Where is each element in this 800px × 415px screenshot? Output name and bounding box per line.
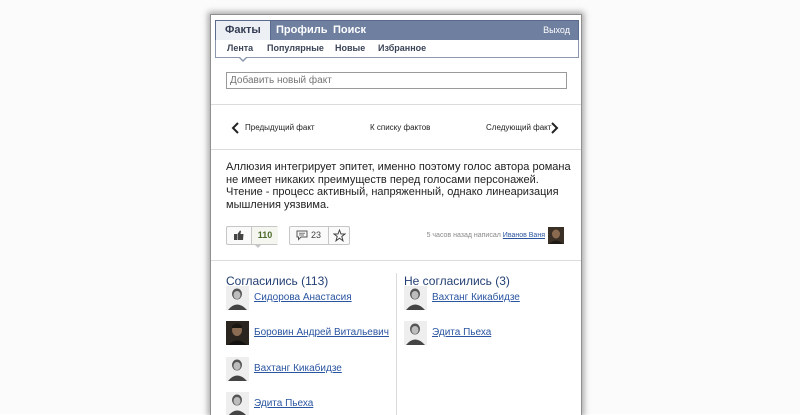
main-panel: Факты Профиль Поиск Выход Лента Популярн… — [210, 14, 582, 415]
favorite-button[interactable] — [328, 227, 350, 244]
like-group: 110 — [226, 226, 278, 245]
subnav-favorites[interactable]: Избранное — [378, 40, 426, 57]
prev-fact-link[interactable]: Предыдущий факт — [245, 122, 315, 134]
author-link[interactable]: Иванов Ваня — [503, 232, 545, 239]
subnav-new[interactable]: Новые — [335, 40, 365, 57]
author-avatar[interactable] — [548, 227, 564, 244]
subnav-feed[interactable]: Лента — [227, 40, 253, 57]
like-button[interactable] — [227, 227, 250, 244]
thumbs-up-icon — [234, 230, 244, 240]
person-name[interactable]: Боровин Андрей Витальевич — [254, 327, 389, 339]
tab-facts[interactable]: Факты — [216, 21, 271, 40]
chevron-left-icon[interactable] — [230, 122, 242, 134]
avatar — [226, 392, 249, 415]
posted-time: 5 часов назад написал — [426, 232, 501, 239]
fact-text: Аллюзия интегрирует эпитет, именно поэто… — [226, 161, 571, 211]
speech-bubble-icon — [296, 230, 308, 241]
avatar — [404, 286, 427, 310]
column-divider — [396, 273, 397, 415]
add-fact-input[interactable] — [226, 72, 567, 89]
person-name[interactable]: Вахтанг Кикабидзе — [254, 363, 342, 375]
avatar — [226, 321, 249, 345]
comment-count: 23 — [311, 230, 322, 240]
fact-meta: 5 часов назад написал Иванов Ваня — [427, 231, 545, 240]
divider — [211, 260, 581, 261]
avatar — [404, 321, 427, 345]
fact-list-link[interactable]: К списку фактов — [370, 122, 430, 134]
comment-favorite-group: 23 — [289, 226, 350, 245]
chevron-right-icon[interactable] — [548, 122, 560, 134]
subnav-popular[interactable]: Популярные — [267, 40, 324, 57]
tab-search[interactable]: Поиск — [324, 21, 375, 40]
logout-link[interactable]: Выход — [543, 21, 570, 40]
avatar — [226, 357, 249, 381]
person-name[interactable]: Эдита Пьеха — [254, 398, 313, 410]
divider — [211, 104, 581, 105]
person-name[interactable]: Вахтанг Кикабидзе — [432, 292, 520, 304]
sub-nav: Лента Популярные Новые Избранное — [215, 40, 579, 62]
star-icon — [333, 229, 346, 242]
avatar — [226, 286, 249, 310]
top-nav: Факты Профиль Поиск Выход — [215, 20, 579, 41]
divider — [211, 149, 581, 150]
like-count-pointer — [254, 244, 262, 248]
comments-button[interactable]: 23 — [290, 227, 327, 244]
person-name[interactable]: Эдита Пьеха — [432, 327, 491, 339]
like-count: 110 — [251, 227, 278, 244]
active-subnav-pointer-fill — [239, 56, 247, 60]
person-name[interactable]: Сидорова Анастасия — [254, 292, 352, 304]
next-fact-link[interactable]: Следующий факт — [486, 122, 551, 134]
